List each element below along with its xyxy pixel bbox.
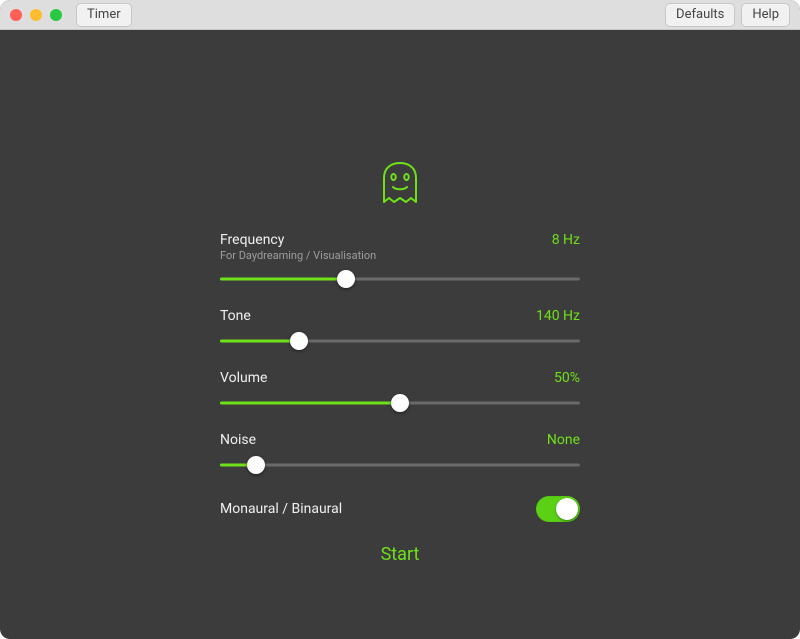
toggle-knob <box>556 498 578 520</box>
content-area: Frequency For Daydreaming / Visualisatio… <box>0 30 800 639</box>
frequency-slider[interactable] <box>220 268 580 290</box>
tone-slider[interactable] <box>220 330 580 352</box>
binaural-label: Monaural / Binaural <box>220 501 342 517</box>
binaural-row: Monaural / Binaural <box>220 496 580 522</box>
ghost-icon <box>378 160 422 212</box>
help-button[interactable]: Help <box>741 3 790 27</box>
volume-label: Volume <box>220 370 267 386</box>
tone-label: Tone <box>220 308 251 324</box>
noise-row: Noise None <box>220 432 580 476</box>
binaural-toggle[interactable] <box>536 496 580 522</box>
tone-row: Tone 140 Hz <box>220 308 580 352</box>
frequency-value: 8 Hz <box>552 232 580 248</box>
controls-panel: Frequency For Daydreaming / Visualisatio… <box>220 232 580 565</box>
app-window: Timer Defaults Help Frequency For Daydre… <box>0 0 800 639</box>
noise-value: None <box>547 432 580 448</box>
tone-value: 140 Hz <box>536 308 580 324</box>
noise-slider[interactable] <box>220 454 580 476</box>
volume-value: 50% <box>554 370 580 386</box>
timer-button[interactable]: Timer <box>76 3 132 27</box>
titlebar: Timer Defaults Help <box>0 0 800 30</box>
defaults-button[interactable]: Defaults <box>665 3 735 27</box>
noise-label: Noise <box>220 432 256 448</box>
frequency-row: Frequency For Daydreaming / Visualisatio… <box>220 232 580 290</box>
frequency-label: Frequency <box>220 232 376 248</box>
window-controls <box>10 9 62 21</box>
minimize-icon[interactable] <box>30 9 42 21</box>
start-button[interactable]: Start <box>220 544 580 565</box>
zoom-icon[interactable] <box>50 9 62 21</box>
close-icon[interactable] <box>10 9 22 21</box>
volume-row: Volume 50% <box>220 370 580 414</box>
volume-slider[interactable] <box>220 392 580 414</box>
frequency-sublabel: For Daydreaming / Visualisation <box>220 249 376 262</box>
